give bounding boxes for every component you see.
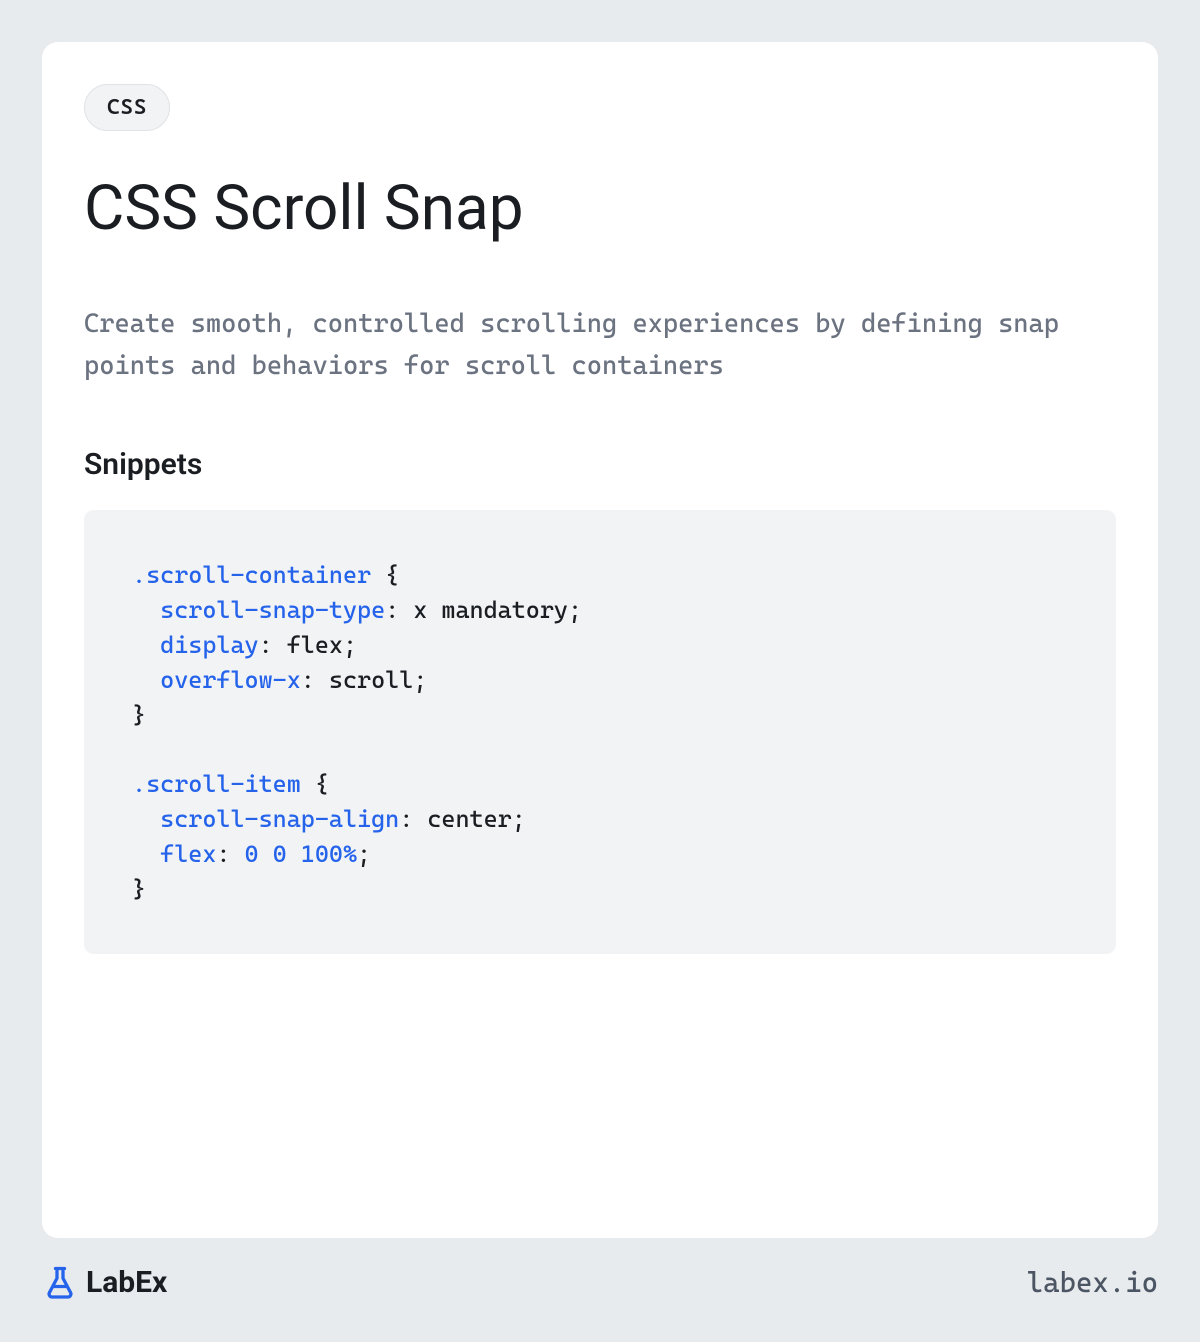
- code-property: scroll-snap-type: [160, 596, 385, 624]
- code-value-number: 0 0 100%: [245, 840, 358, 868]
- code-value: : x mandatory;: [385, 596, 582, 624]
- logo: LabEx: [42, 1264, 167, 1300]
- footer: LabEx labex.io: [42, 1238, 1158, 1300]
- snippets-heading: Snippets: [84, 447, 1116, 482]
- code-value: : scroll;: [301, 666, 428, 694]
- code-value: :: [216, 840, 244, 868]
- code-selector: .scroll-item: [132, 770, 301, 798]
- code-property: scroll-snap-align: [160, 805, 399, 833]
- code-value: : center;: [399, 805, 526, 833]
- code-selector: .scroll-container: [132, 561, 371, 589]
- code-value: ;: [357, 840, 371, 868]
- flask-icon: [42, 1264, 78, 1300]
- content-card: CSS CSS Scroll Snap Create smooth, contr…: [42, 42, 1158, 1238]
- code-property: flex: [160, 840, 216, 868]
- page-title: CSS Scroll Snap: [84, 173, 1116, 244]
- code-value: : flex;: [259, 631, 357, 659]
- site-url: labex.io: [1027, 1266, 1158, 1299]
- code-property: overflow-x: [160, 666, 301, 694]
- logo-text: LabEx: [86, 1265, 167, 1300]
- page-description: Create smooth, controlled scrolling expe…: [84, 304, 1116, 387]
- code-property: display: [160, 631, 258, 659]
- code-snippet: .scroll-container { scroll-snap-type: x …: [84, 510, 1116, 954]
- language-tag: CSS: [84, 84, 170, 131]
